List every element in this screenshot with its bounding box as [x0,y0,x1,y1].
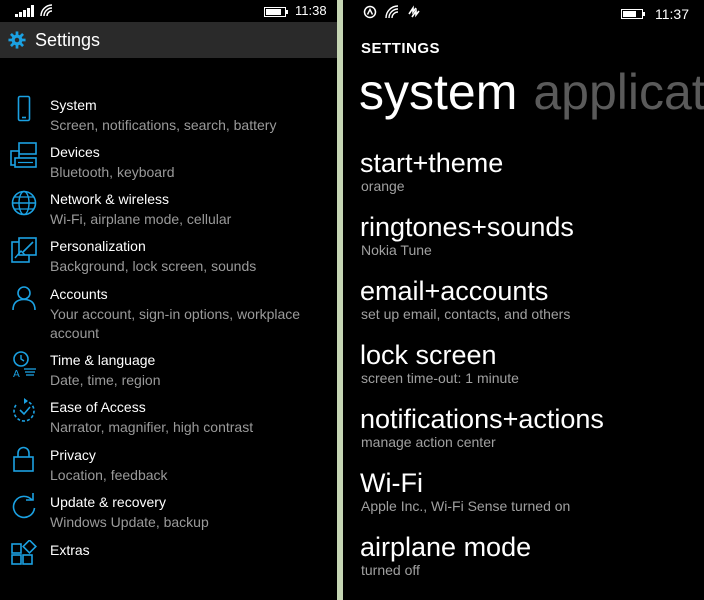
settings-item-ringtones-sounds[interactable]: ringtones+sounds Nokia Tune [360,211,700,267]
settings-item-subtitle: set up email, contacts, and others [361,306,571,322]
pivot-item-system[interactable]: system [359,64,517,120]
settings-item-title: Personalization [50,238,146,254]
settings-item-subtitle: Your account, sign-in options, workplace… [50,306,301,341]
settings-item-title: Extras [50,542,90,558]
settings-item-title: System [50,97,97,113]
page-title: Settings [35,30,101,50]
settings-item-subtitle: manage action center [361,434,496,450]
settings-title-bar: Settings [0,22,337,58]
settings-item-title: Accounts [50,286,108,302]
globe-icon [11,190,37,216]
personalization-icon [11,237,37,263]
settings-item-title: start+theme [360,148,504,178]
pivot-header: system applicat [359,62,704,122]
settings-item-subtitle: Bluetooth, keyboard [50,164,175,180]
settings-item-airplane-mode[interactable]: airplane mode turned off [360,531,700,587]
settings-item-devices[interactable]: Devices Bluetooth, keyboard [0,142,337,188]
settings-item-title: airplane mode [360,532,532,562]
settings-item-subtitle: Apple Inc., Wi-Fi Sense turned on [361,498,571,514]
settings-item-privacy[interactable]: Privacy Location, feedback [0,446,337,491]
app-header: SETTINGS [361,40,441,57]
settings-item-title: Update & recovery [50,494,166,510]
settings-item-title: Devices [50,144,100,160]
settings-item-start-theme[interactable]: start+theme orange [360,147,700,203]
settings-item-title: Ease of Access [50,399,146,415]
lock-icon [13,446,34,472]
person-icon [12,286,36,311]
settings-item-title: lock screen [360,340,497,370]
pivot-item-applications[interactable]: applicat [533,64,704,120]
wifi-icon [385,5,399,19]
settings-item-notifications-actions[interactable]: notifications+actions manage action cent… [360,403,700,459]
settings-item-subtitle: Location, feedback [50,467,168,483]
nfc-icon [363,5,377,19]
settings-item-title: Time & language [50,352,156,368]
data-sense-icon [408,5,420,18]
battery-icon [264,7,288,17]
settings-item-extras[interactable]: Extras [0,540,337,586]
settings-item-title: Privacy [50,447,96,463]
settings-item-subtitle: Wi-Fi, airplane mode, cellular [50,211,232,227]
time-language-icon: A [13,351,36,378]
status-time: 11:38 [295,3,327,18]
settings-item-time-language[interactable]: A Time & language Date, time, region [0,351,337,396]
settings-item-title: notifications+actions [360,404,604,434]
svg-text:A: A [13,369,20,378]
devices-icon [10,142,37,168]
settings-item-subtitle: Screen, notifications, search, battery [50,117,277,133]
settings-item-title: Network & wireless [50,191,170,207]
status-bar: 11:38 [0,0,337,22]
settings-item-wifi[interactable]: Wi-Fi Apple Inc., Wi-Fi Sense turned on [360,467,700,523]
extras-icon [11,540,37,565]
settings-item-title: email+accounts [360,276,549,306]
windows10-settings-screen: 11:38 Settings System Screen, notificati… [0,0,337,600]
ease-of-access-icon [13,398,35,422]
phone-icon [17,95,31,122]
gear-icon [8,31,26,49]
wifi-icon [40,4,53,17]
status-bar: 11:37 [343,0,704,26]
settings-item-email-accounts[interactable]: email+accounts set up email, contacts, a… [360,275,700,331]
settings-item-subtitle: orange [361,178,405,194]
settings-item-subtitle: Windows Update, backup [50,514,209,530]
settings-item-personalization[interactable]: Personalization Background, lock screen,… [0,237,337,282]
settings-item-network-wireless[interactable]: Network & wireless Wi-Fi, airplane mode,… [0,190,337,235]
windows-phone-settings-screen: 11:37 SETTINGS system applicat start+them… [343,0,704,600]
settings-item-subtitle: Date, time, region [50,372,161,388]
settings-item-lock-screen[interactable]: lock screen screen time-out: 1 minute [360,339,700,395]
status-time: 11:37 [655,6,689,22]
settings-item-subtitle: Narrator, magnifier, high contrast [50,419,254,435]
settings-item-title: Wi-Fi [360,468,423,498]
settings-item-subtitle: screen time-out: 1 minute [361,370,519,386]
settings-item-subtitle: Nokia Tune [361,242,432,258]
battery-icon [621,9,645,19]
settings-item-ease-of-access[interactable]: Ease of Access Narrator, magnifier, high… [0,398,337,443]
settings-item-system[interactable]: System Screen, notifications, search, ba… [0,95,337,141]
settings-item-title: ringtones+sounds [360,212,574,242]
settings-item-update-recovery[interactable]: Update & recovery Windows Update, backup [0,493,337,538]
refresh-icon [12,493,36,519]
settings-item-subtitle: Background, lock screen, sounds [50,258,257,274]
signal-bars-icon [15,5,37,17]
settings-item-accounts[interactable]: Accounts Your account, sign-in options, … [0,286,337,348]
settings-item-subtitle: turned off [361,562,420,578]
